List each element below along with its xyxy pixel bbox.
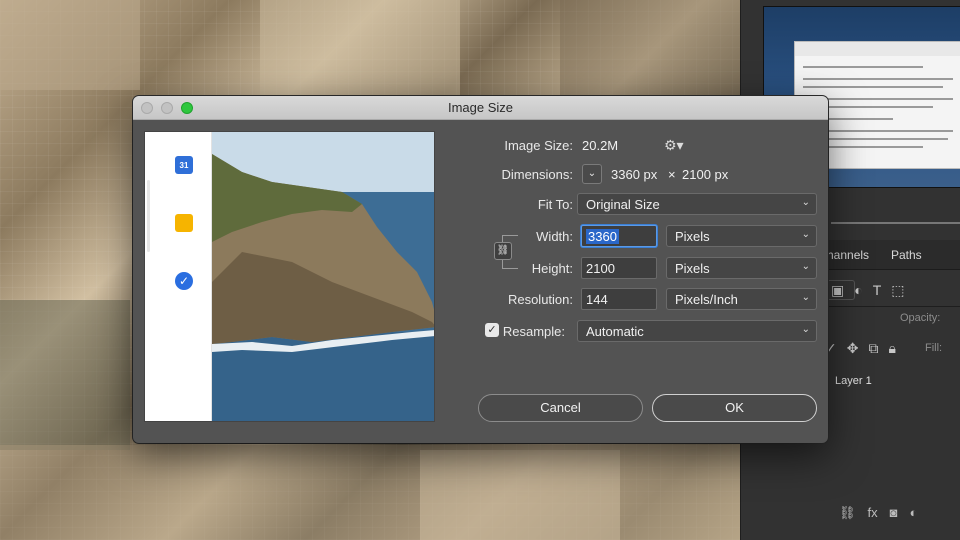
opacity-label: Opacity: [900,312,941,324]
height-input[interactable]: 2100 [581,257,657,279]
layer-filter-icons: ▣ ◐ T ⬚ [831,278,905,302]
coastline-photo [212,132,434,421]
canvas-patch [420,450,620,540]
resolution-label: Resolution: [507,292,573,307]
canvas-patch [0,0,140,90]
checkmark-icon: ✓ [178,274,190,288]
width-label: Width: [536,229,573,244]
dimensions-height: 2100 px [682,167,729,182]
canvas-patch [0,445,740,540]
fit-to-value: Original Size [586,197,660,212]
chevron-down-icon: ⌄ [801,261,810,272]
image-size-dialog: Image Size 31 ✓ Image Size: 20.2M Dimens… [133,96,828,443]
tab-channels[interactable]: hannels [827,248,869,262]
thumbnail-line [803,78,953,80]
ok-button[interactable]: OK [652,394,817,422]
lock-all-icon[interactable]: 🔒︎ [888,340,895,357]
chevron-down-icon: ⌄ [801,197,810,208]
tab-paths[interactable]: Paths [891,248,922,262]
image-filter-icon[interactable]: ▣ [831,282,844,299]
width-unit: Pixels [675,229,710,244]
resample-value: Automatic [586,324,644,339]
fx-icon[interactable]: fx [868,505,878,521]
chevron-down-icon: ⌄ [801,324,810,335]
zoom-slider[interactable] [831,222,960,224]
preview-app-sidebar: 31 ✓ [145,132,212,421]
mask-icon[interactable]: ◙ [890,505,898,521]
link-layers-icon[interactable]: ⛓︎ [839,505,856,521]
image-size-value: 20.2M [582,138,619,153]
canvas-patch [560,0,740,95]
width-input[interactable]: 3360 [581,225,657,247]
chevron-down-icon: ⌄ [801,292,810,303]
thumbnail-titlebar [795,42,960,56]
tasks-icon: ✓ [175,272,193,290]
width-unit-select[interactable]: Pixels ⌄ [666,225,817,247]
type-filter-icon[interactable]: T [873,282,882,298]
adjustment-layer-icon[interactable]: ◐ [910,505,918,521]
height-label: Height: [531,261,573,276]
resolution-input[interactable]: 144 [581,288,657,310]
image-size-label: Image Size: [504,138,573,153]
height-unit: Pixels [675,261,710,276]
dialog-titlebar[interactable]: Image Size [133,96,828,120]
height-value: 2100 [586,261,615,276]
calendar-badge: 31 [179,161,189,170]
adjustment-filter-icon[interactable]: ◐ [854,282,862,298]
canvas-patch [260,0,460,95]
link-icon[interactable]: ⛓︎ [494,242,512,260]
shape-filter-icon[interactable]: ⬚ [891,282,904,299]
resolution-value: 144 [586,292,608,307]
cancel-button[interactable]: Cancel [478,394,643,422]
width-value: 3360 [586,229,619,244]
resample-label: Resample: [502,324,565,339]
fit-to-select[interactable]: Original Size ⌄ [577,193,817,215]
thumbnail-line [803,86,943,88]
keep-icon [175,214,193,232]
fit-to-label: Fit To: [537,197,573,212]
dimensions-label: Dimensions: [501,167,573,182]
resolution-unit: Pixels/Inch [675,292,738,307]
thumbnail-line [803,66,923,68]
resolution-unit-select[interactable]: Pixels/Inch ⌄ [666,288,817,310]
chevron-down-icon: ⌄ [801,229,810,240]
canvas-patch [0,300,130,450]
dialog-title: Image Size [447,100,514,115]
height-unit-select[interactable]: Pixels ⌄ [666,257,817,279]
checkmark-icon: ✓ [487,324,497,336]
gear-icon[interactable]: ⚙▾ [664,137,684,154]
artboard-icon[interactable]: ⧉ [868,340,878,357]
layer-bottom-icons: ⛓︎ fx ◙ ◐ [839,505,917,521]
layer-name[interactable]: Layer 1 [835,375,872,387]
fill-label: Fill: [925,342,943,354]
resample-select[interactable]: Automatic ⌄ [577,320,817,342]
calendar-icon: 31 [175,156,193,174]
preview-scrollbar [147,180,150,252]
layer-lock-icons: ✓ ✥ ⧉ 🔒︎ [825,336,896,360]
dimensions-width: 3360 px [611,167,658,182]
dimensions-toggle-button[interactable]: ⌄ [582,164,602,184]
dimensions-separator: × [668,167,676,182]
lock-position-icon[interactable]: ✥ [847,340,859,357]
resample-checkbox[interactable]: ✓ [485,323,499,337]
image-preview[interactable]: 31 ✓ [144,131,435,422]
